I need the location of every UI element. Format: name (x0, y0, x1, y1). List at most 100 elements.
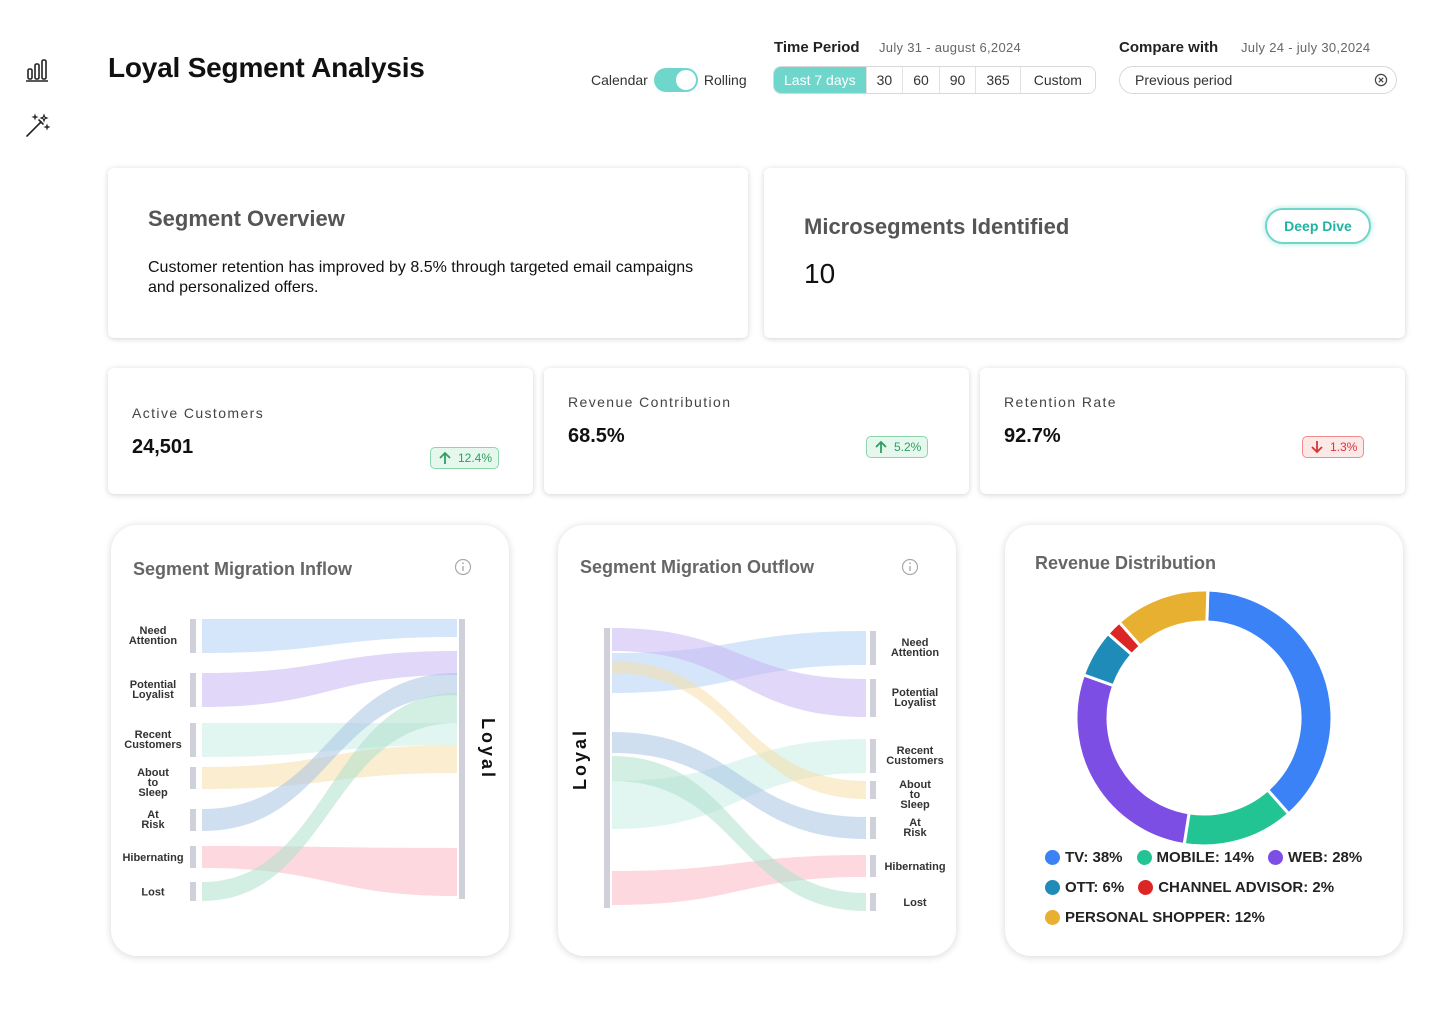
legend-item-ott[interactable]: OTT: 6% (1045, 879, 1124, 896)
kpi-value: 68.5% (568, 425, 625, 447)
microsegments-value: 10 (804, 258, 836, 289)
period-option-30[interactable]: 30 (866, 67, 904, 93)
outflow-target-bar-lost (870, 893, 876, 911)
legend-item-channel-advisor[interactable]: CHANNEL ADVISOR: 2% (1138, 879, 1334, 896)
period-option-365[interactable]: 365 (976, 67, 1021, 93)
inflow-source-label: At Risk (141, 809, 165, 831)
time-period-selector: Last 7 days 30 60 90 365 Custom (773, 66, 1096, 94)
legend-item-web[interactable]: WEB: 28% (1268, 849, 1362, 866)
legend-dot (1045, 880, 1060, 895)
kpi-change-value: 1.3% (1330, 440, 1358, 454)
compare-range: July 24 - july 30,2024 (1241, 40, 1371, 55)
page-title: Loyal Segment Analysis (108, 52, 425, 83)
legend-label: MOBILE: 14% (1156, 849, 1255, 866)
segment-overview-title: Segment Overview (148, 206, 345, 231)
outflow-target-label: About to Sleep (899, 779, 931, 811)
kpi-label: Retention Rate (1004, 394, 1117, 410)
inflow-source-bar-lost (190, 882, 196, 901)
inflow-source-label: Recent Customers (124, 729, 181, 751)
segment-overview-card: Segment Overview Customer retention has … (108, 168, 748, 338)
inflow-source-bar-hibernating (190, 846, 196, 868)
legend-row: PERSONAL SHOPPER: 12% (1045, 909, 1385, 926)
outflow-source-label: Loyal (570, 728, 590, 790)
kpi-label: Active Customers (132, 405, 265, 421)
inflow-source-bar-need-attention (190, 619, 196, 653)
outflow-target-bar-potential-loyalist (870, 679, 876, 717)
period-option-60[interactable]: 60 (903, 67, 940, 93)
period-option-last-7-days[interactable]: Last 7 days (774, 67, 867, 93)
legend-dot (1268, 850, 1284, 865)
calendar-rolling-toggle-group: Calendar Rolling (591, 68, 747, 92)
legend-label: OTT: 6% (1065, 879, 1125, 896)
outflow-target-label: Need Attention (891, 637, 940, 659)
inflow-target-bar (459, 619, 465, 899)
inflow-sankey: Need Attention Potential Loyalist Recent Cust… (122, 619, 498, 901)
revenue-distribution-card: Revenue Distribution TV: 38% MOBILE: 14% W… (1005, 525, 1403, 956)
inflow-ribbon-need-attention (202, 619, 457, 653)
outflow-target-label: At Risk (903, 817, 927, 839)
microsegments-card: Microsegments Identified 10 Deep Dive (764, 168, 1405, 338)
compare-select[interactable]: Previous period (1119, 66, 1397, 94)
bar-chart-icon[interactable] (24, 57, 50, 83)
kpi-change-value: 5.2% (894, 440, 922, 454)
outflow-target-label: Hibernating (884, 861, 945, 873)
calendar-rolling-toggle[interactable] (653, 68, 698, 92)
revenue-legend: TV: 38% MOBILE: 14% WEB: 28% OTT: 6% CHANNEL… (1045, 849, 1385, 939)
inflow-source-bar-recent-customers (190, 723, 196, 757)
kpi-label: Revenue Contribution (568, 394, 732, 410)
segment-migration-inflow-card: Segment Migration Inflow Need Attention Po… (111, 525, 509, 956)
sidebar (0, 0, 80, 1024)
arrow-up-icon (875, 440, 887, 453)
outflow-target-bar-about-to-sleep (870, 781, 876, 799)
inflow-source-label: Need Attention (129, 625, 178, 647)
inflow-source-bar-potential-loyalist (190, 673, 196, 707)
microsegments-title: Microsegments Identified (804, 214, 1070, 239)
donut-slice-tv[interactable] (1205, 588, 1334, 817)
legend-dot (1136, 850, 1152, 865)
legend-row: OTT: 6% CHANNEL ADVISOR: 2% (1045, 879, 1385, 896)
segment-migration-outflow-card: Segment Migration Outflow Loyal Need Atten… (558, 525, 956, 956)
inflow-source-bar-at-risk (190, 809, 196, 831)
inflow-source-bar-about-to-sleep (190, 767, 196, 789)
kpi-value: 24,501 (132, 436, 194, 458)
legend-item-tv[interactable]: TV: 38% (1045, 849, 1123, 866)
inflow-target-label: Loyal (478, 718, 498, 780)
period-option-custom[interactable]: Custom (1020, 67, 1095, 93)
outflow-target-bar-hibernating (870, 855, 876, 877)
legend-dot (1045, 850, 1060, 865)
arrow-down-icon (1311, 441, 1323, 454)
legend-dot (1045, 910, 1060, 925)
time-period-label: Time Period (774, 39, 860, 56)
compare-with-label: Compare with (1119, 39, 1219, 56)
toggle-label-calendar: Calendar (591, 72, 648, 88)
kpi-value: 92.7% (1004, 425, 1061, 447)
inflow-source-label: Hibernating (122, 852, 183, 864)
legend-label: WEB: 28% (1288, 849, 1363, 866)
donut-slice-mobile[interactable] (1182, 787, 1291, 848)
inflow-source-label: About to Sleep (137, 767, 169, 799)
toggle-knob (675, 70, 696, 90)
deep-dive-button[interactable]: Deep Dive (1265, 208, 1371, 244)
legend-label: TV: 38% (1065, 849, 1123, 866)
donut-slice-web[interactable] (1074, 672, 1191, 847)
clear-icon[interactable] (1374, 73, 1388, 87)
outflow-sankey: Loyal Need Attention Potential Loyalist Recen… (570, 628, 946, 911)
segment-overview-text: Customer retention has improved by 8.5% … (148, 259, 694, 296)
kpi-card-retention-rate: Retention Rate 92.7% 1.3% (980, 368, 1405, 494)
period-option-90[interactable]: 90 (939, 67, 977, 93)
outflow-target-bar-need-attention (870, 631, 876, 665)
outflow-target-label: Recent Customers (886, 745, 943, 767)
outflow-target-bar-recent-customers (870, 739, 876, 773)
compare-select-value: Previous period (1135, 72, 1233, 88)
outflow-target-label: Potential Loyalist (892, 687, 938, 709)
legend-item-personal-shopper[interactable]: PERSONAL SHOPPER: 12% (1045, 909, 1265, 926)
arrow-up-icon (439, 451, 451, 464)
magic-wand-icon[interactable] (24, 113, 50, 139)
legend-item-mobile[interactable]: MOBILE: 14% (1136, 849, 1255, 866)
kpi-card-revenue-contribution: Revenue Contribution 68.5% 5.2% (544, 368, 969, 494)
kpi-change-badge: 5.2% (866, 436, 929, 458)
outflow-target-bar-at-risk (870, 817, 876, 839)
legend-dot (1138, 880, 1154, 895)
donut-slice-personal-shopper[interactable] (1117, 588, 1210, 649)
inflow-source-label: Lost (141, 887, 165, 899)
